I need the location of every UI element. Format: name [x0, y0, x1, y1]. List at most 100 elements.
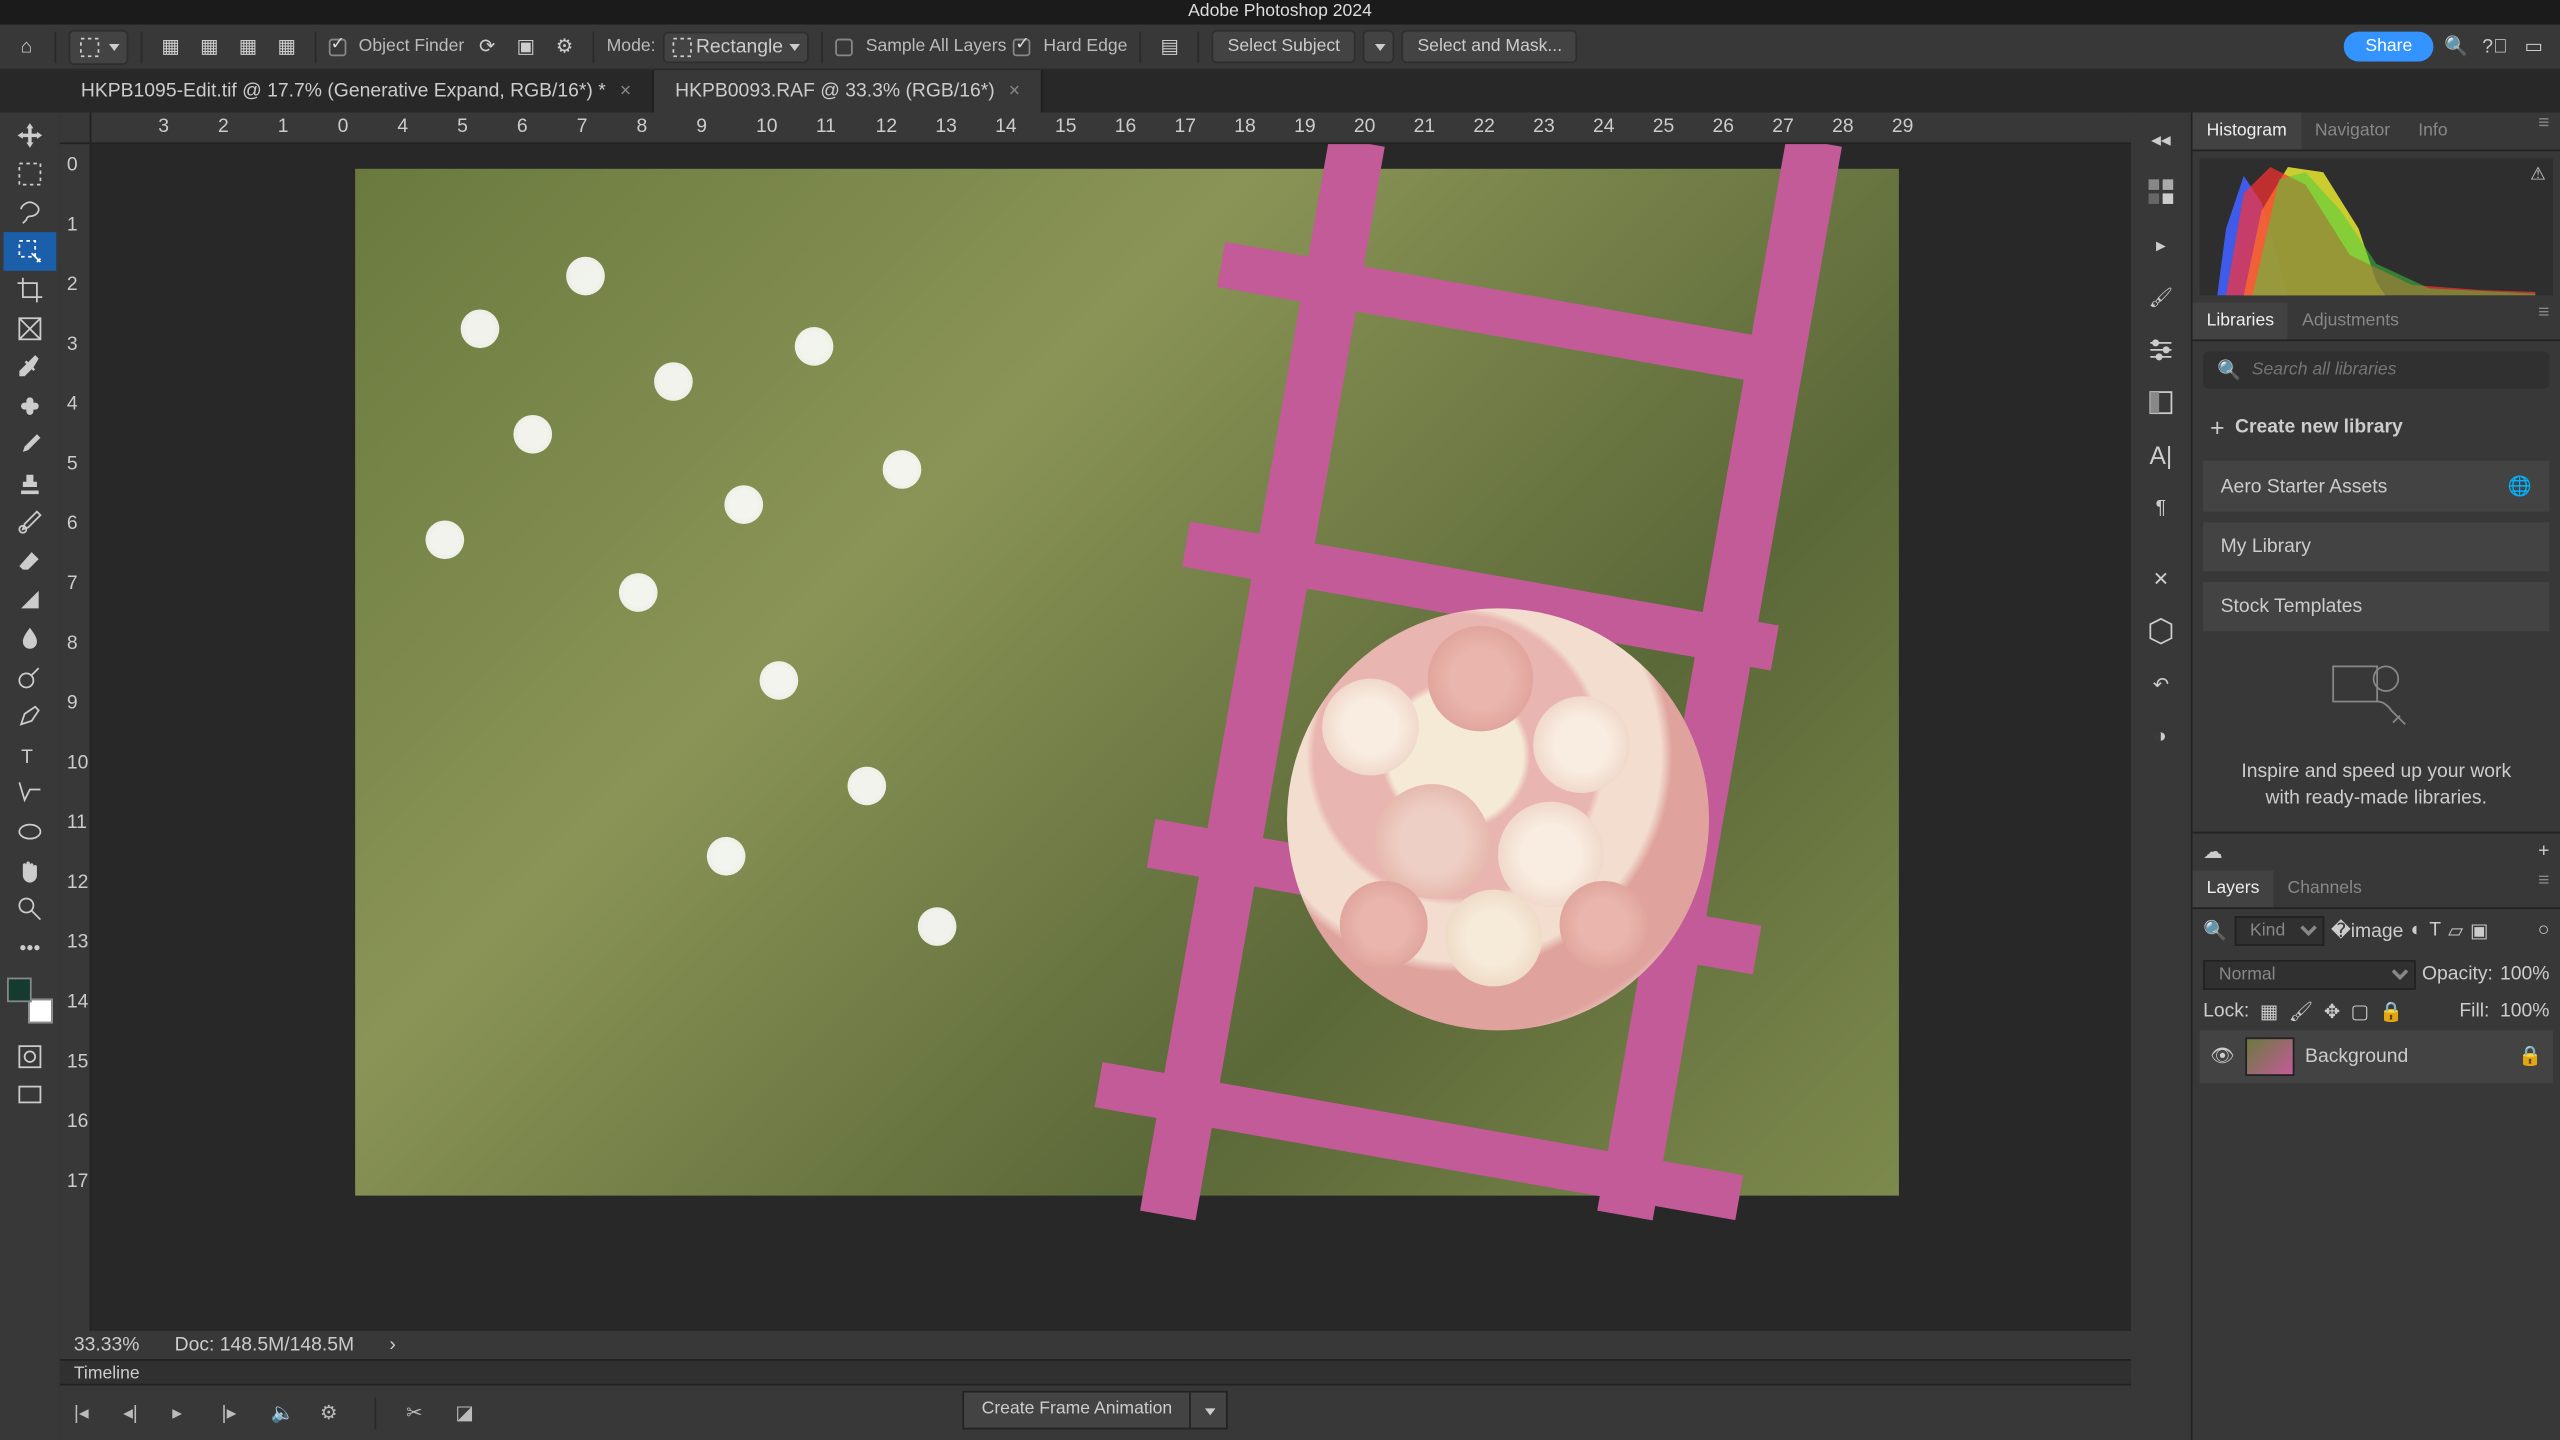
add-icon[interactable]: +	[2538, 841, 2549, 862]
opacity-value[interactable]: 100%	[2500, 964, 2549, 985]
collapse-icon[interactable]: ◂◂	[2142, 120, 2181, 159]
refresh-icon[interactable]: ⟳	[471, 31, 503, 63]
tool-preset[interactable]	[69, 29, 129, 64]
properties-panel-icon[interactable]	[2142, 383, 2181, 422]
transition-icon[interactable]: ◪	[455, 1400, 480, 1425]
panel-menu-icon[interactable]: ≡	[2528, 302, 2560, 339]
path-tool[interactable]	[4, 774, 57, 813]
workspace-icon[interactable]: ▭	[2518, 31, 2550, 63]
select-subject-button[interactable]: Select Subject	[1212, 30, 1356, 63]
sample-all-checkbox[interactable]	[836, 38, 854, 56]
quickmask-tool[interactable]	[4, 1037, 57, 1076]
visibility-icon[interactable]: 👁	[2210, 1045, 2235, 1068]
filter-type-icon[interactable]: T	[2429, 920, 2441, 941]
pen-tool[interactable]	[4, 696, 57, 735]
mode-dropdown[interactable]: Rectangle	[663, 31, 810, 63]
blend-mode[interactable]: Normal	[2203, 960, 2415, 990]
comments-panel-icon[interactable]: ◑	[2142, 717, 2181, 756]
intersect-selection-icon[interactable]: ▦	[271, 31, 303, 63]
library-search[interactable]: 🔍	[2203, 352, 2549, 389]
library-item[interactable]: Aero Starter Assets🌐	[2203, 461, 2549, 512]
filter-kind[interactable]: Kind	[2234, 916, 2324, 946]
lock-icon[interactable]: 🔒	[2518, 1045, 2542, 1068]
first-frame-icon[interactable]: |◂	[74, 1400, 99, 1425]
close-icon[interactable]: ×	[620, 81, 631, 102]
layer-row[interactable]: 👁 Background 🔒	[2200, 1030, 2553, 1083]
tab-doc-2[interactable]: HKPB0093.RAF @ 33.3% (RGB/16*)×	[654, 70, 1043, 112]
brush-tool[interactable]	[4, 425, 57, 464]
lock-pos-icon[interactable]: ✥	[2324, 1000, 2340, 1023]
object-finder-checkbox[interactable]	[329, 38, 347, 56]
zoom-value[interactable]: 33.33%	[74, 1335, 140, 1356]
move-tool[interactable]	[4, 116, 57, 155]
hand-tool[interactable]	[4, 851, 57, 890]
audio-icon[interactable]: 🔈	[271, 1400, 296, 1425]
eraser-tool[interactable]	[4, 542, 57, 581]
paragraph-panel-icon[interactable]: ¶	[2142, 489, 2181, 528]
adjust-panel-icon[interactable]	[2142, 331, 2181, 370]
tab-libraries[interactable]: Libraries	[2193, 302, 2289, 339]
dodge-tool[interactable]	[4, 658, 57, 697]
doc-size[interactable]: Doc: 148.5M/148.5M	[175, 1335, 355, 1356]
filter-smart-icon[interactable]: ▣	[2470, 919, 2488, 942]
brushes-panel-icon[interactable]: 🖌	[2142, 278, 2181, 317]
timeline-settings-icon[interactable]: ⚙	[320, 1400, 345, 1425]
share-button[interactable]: Share	[2344, 32, 2433, 62]
tab-layers[interactable]: Layers	[2193, 870, 2274, 907]
layer-thumbnail[interactable]	[2245, 1037, 2294, 1076]
search-input[interactable]	[2252, 360, 2536, 379]
history-brush-tool[interactable]	[4, 503, 57, 542]
create-frame-dropdown[interactable]	[1192, 1391, 1229, 1430]
frame-tool[interactable]	[4, 309, 57, 348]
tab-info[interactable]: Info	[2404, 113, 2461, 150]
library-item[interactable]: My Library	[2203, 522, 2549, 571]
filter-toggle[interactable]: ○	[2538, 920, 2550, 941]
overlay-icon[interactable]: ▣	[510, 31, 542, 63]
panel-menu-icon[interactable]: ≡	[2528, 113, 2560, 150]
blur-tool[interactable]	[4, 619, 57, 658]
fill-value[interactable]: 100%	[2500, 1001, 2549, 1022]
tab-adjustments[interactable]: Adjustments	[2288, 302, 2413, 339]
lock-nest-icon[interactable]: ▢	[2351, 1000, 2369, 1023]
stamp-tool[interactable]	[4, 464, 57, 503]
lock-paint-icon[interactable]: 🖌	[2289, 1000, 2314, 1023]
tab-channels[interactable]: Channels	[2273, 870, 2375, 907]
object-selection-tool[interactable]	[4, 232, 57, 271]
shape-tool[interactable]	[4, 812, 57, 851]
help-icon[interactable]: ?⃝	[2479, 31, 2511, 63]
ruler-horizontal[interactable]: 0123456789101112131415161718192021222324…	[60, 113, 2131, 145]
layer-name[interactable]: Background	[2305, 1046, 2408, 1067]
character-panel-icon[interactable]: A|	[2142, 436, 2181, 475]
lock-trans-icon[interactable]: ▦	[2260, 1000, 2278, 1023]
lock-all-icon[interactable]: 🔒	[2379, 1000, 2403, 1023]
screenmode-tool[interactable]	[4, 1076, 57, 1115]
create-library-button[interactable]: + Create new library	[2203, 406, 2549, 448]
select-subject-dropdown[interactable]	[1363, 30, 1395, 63]
library-item[interactable]: Stock Templates	[2203, 582, 2549, 631]
cloud-icon[interactable]: ☁	[2203, 840, 2222, 863]
prev-frame-icon[interactable]: ◂|	[123, 1400, 148, 1425]
history-panel-icon[interactable]: ↶	[2142, 665, 2181, 704]
filter-adjust-icon[interactable]: ◐	[2410, 920, 2422, 941]
ruler-vertical[interactable]: 01234567891011121314151617	[60, 144, 92, 1331]
lasso-tool[interactable]	[4, 193, 57, 232]
split-icon[interactable]: ✂	[406, 1400, 431, 1425]
gear-icon[interactable]: ⚙	[549, 31, 581, 63]
select-and-mask-button[interactable]: Select and Mask...	[1402, 30, 1578, 63]
status-chevron-icon[interactable]: ›	[389, 1335, 395, 1356]
heal-tool[interactable]	[4, 387, 57, 426]
warning-icon[interactable]: ⚠	[2530, 165, 2546, 184]
tab-histogram[interactable]: Histogram	[2193, 113, 2301, 150]
play-icon[interactable]: ▸	[172, 1400, 197, 1425]
3d-panel-icon[interactable]	[2142, 612, 2181, 651]
filter-shape-icon[interactable]: ▱	[2448, 919, 2463, 942]
tools-panel-icon[interactable]: ✕	[2142, 559, 2181, 598]
timeline-header[interactable]: Timeline	[60, 1359, 2131, 1384]
crop-tool[interactable]	[4, 271, 57, 310]
canvas[interactable]	[91, 144, 2131, 1331]
home-icon[interactable]: ⌂	[11, 31, 43, 63]
tab-navigator[interactable]: Navigator	[2301, 113, 2404, 150]
feedback-icon[interactable]: ▤	[1154, 31, 1186, 63]
close-icon[interactable]: ×	[1009, 81, 1020, 102]
type-tool[interactable]: T	[4, 735, 57, 774]
